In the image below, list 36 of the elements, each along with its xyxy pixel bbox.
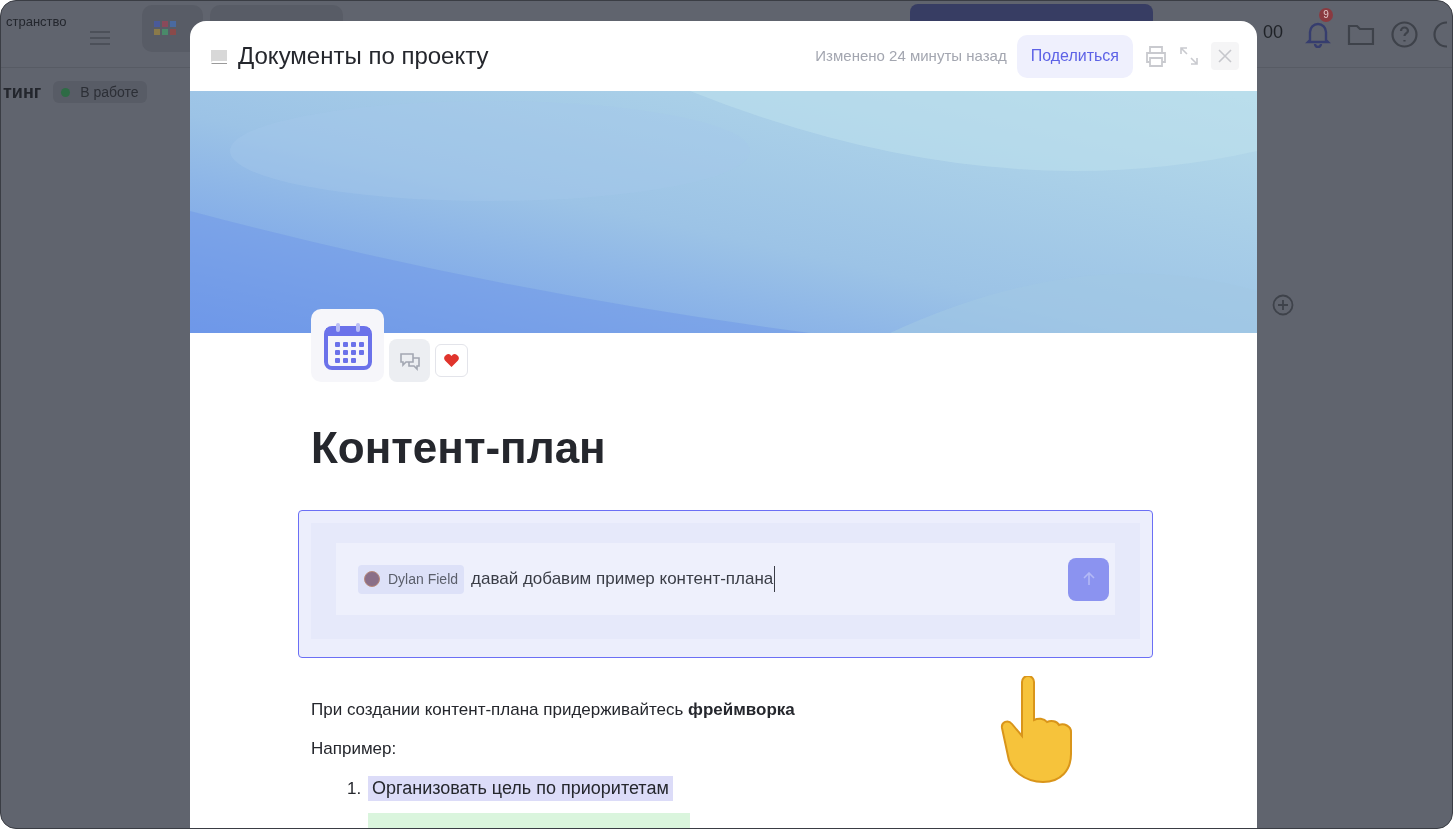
document-heading: Контент-план [311,422,607,474]
modal-title: Документы по проекту [238,41,489,71]
notification-badge: 9 [1319,8,1334,22]
paragraph: При создании контент-плана придерживайтесь фреймворка [311,699,796,721]
workspace-label: странство [6,13,67,31]
modified-time: Изменено 24 минуты назад [815,45,1007,66]
arrow-up-icon [1082,572,1095,586]
mention-chip[interactable]: Dylan Field [358,564,465,594]
calendar-icon [323,321,372,370]
add-circle-icon[interactable] [1272,294,1294,316]
heart-icon [444,354,459,367]
reaction-button[interactable] [435,344,468,377]
folder-icon[interactable] [1347,22,1376,46]
counter-text: 00 [1263,20,1284,44]
project-title: тинг [3,80,42,104]
calendar-icon-tile[interactable] [311,309,384,382]
list-number: 1. [347,777,362,800]
expand-icon[interactable] [1179,46,1199,66]
share-button[interactable]: Поделиться [1016,34,1133,78]
apps-grid-icon [153,21,176,35]
notification-bell-icon[interactable] [1305,20,1332,48]
mention-name: Dylan Field [388,569,459,589]
comment-button[interactable] [389,339,430,382]
paragraph: Например: [311,738,398,760]
document-icon [209,47,229,65]
send-button[interactable] [1068,557,1109,601]
print-icon[interactable] [1145,45,1167,67]
profile-icon[interactable] [1433,20,1447,48]
close-button[interactable] [1211,42,1239,70]
close-icon [1217,48,1233,64]
highlighted-text: Организовать цель по приоритетам [368,776,673,801]
help-icon[interactable] [1391,20,1418,48]
comment-icon [398,350,421,371]
avatar [364,571,380,587]
prompt-input[interactable]: давай добавим пример контент-плана [471,566,776,592]
prompt-box[interactable]: Dylan Field давай добавим пример контент-плана [298,510,1153,658]
